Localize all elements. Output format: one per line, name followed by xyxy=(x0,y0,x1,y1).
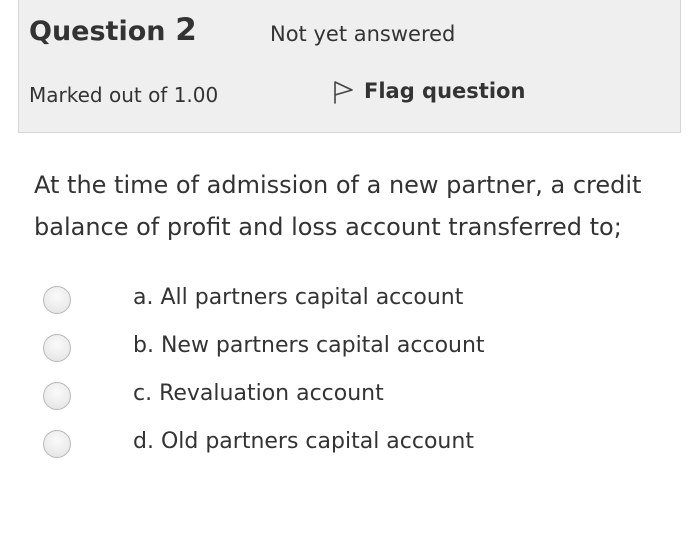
question-label: Question xyxy=(29,16,166,47)
flag-question-button[interactable]: Flag question xyxy=(332,78,525,104)
answer-label-b: b. New partners capital account xyxy=(133,333,485,358)
answer-option-a[interactable]: a. All partners capital account xyxy=(0,278,700,326)
flag-icon xyxy=(334,81,353,104)
answer-label-d: d. Old partners capital account xyxy=(133,429,474,454)
question-number: 2 xyxy=(175,12,197,48)
question-grade: Marked out of 1.00 xyxy=(29,83,219,107)
question-title: Question 2 xyxy=(29,12,197,48)
question-status: Not yet answered xyxy=(270,22,456,46)
answer-label-c: c. Revaluation account xyxy=(133,381,384,406)
radio-button-a[interactable] xyxy=(43,286,71,314)
answer-option-c[interactable]: c. Revaluation account xyxy=(0,374,700,422)
answer-option-d[interactable]: d. Old partners capital account xyxy=(0,422,700,470)
radio-button-d[interactable] xyxy=(43,430,71,458)
question-text: At the time of admission of a new partne… xyxy=(34,171,642,241)
answer-option-b[interactable]: b. New partners capital account xyxy=(0,326,700,374)
flag-question-label: Flag question xyxy=(364,79,526,103)
radio-button-b[interactable] xyxy=(43,334,71,362)
radio-button-c[interactable] xyxy=(43,382,71,410)
question-info-panel: Question 2 Not yet answered Marked out o… xyxy=(18,0,681,133)
answer-label-a: a. All partners capital account xyxy=(133,285,464,310)
